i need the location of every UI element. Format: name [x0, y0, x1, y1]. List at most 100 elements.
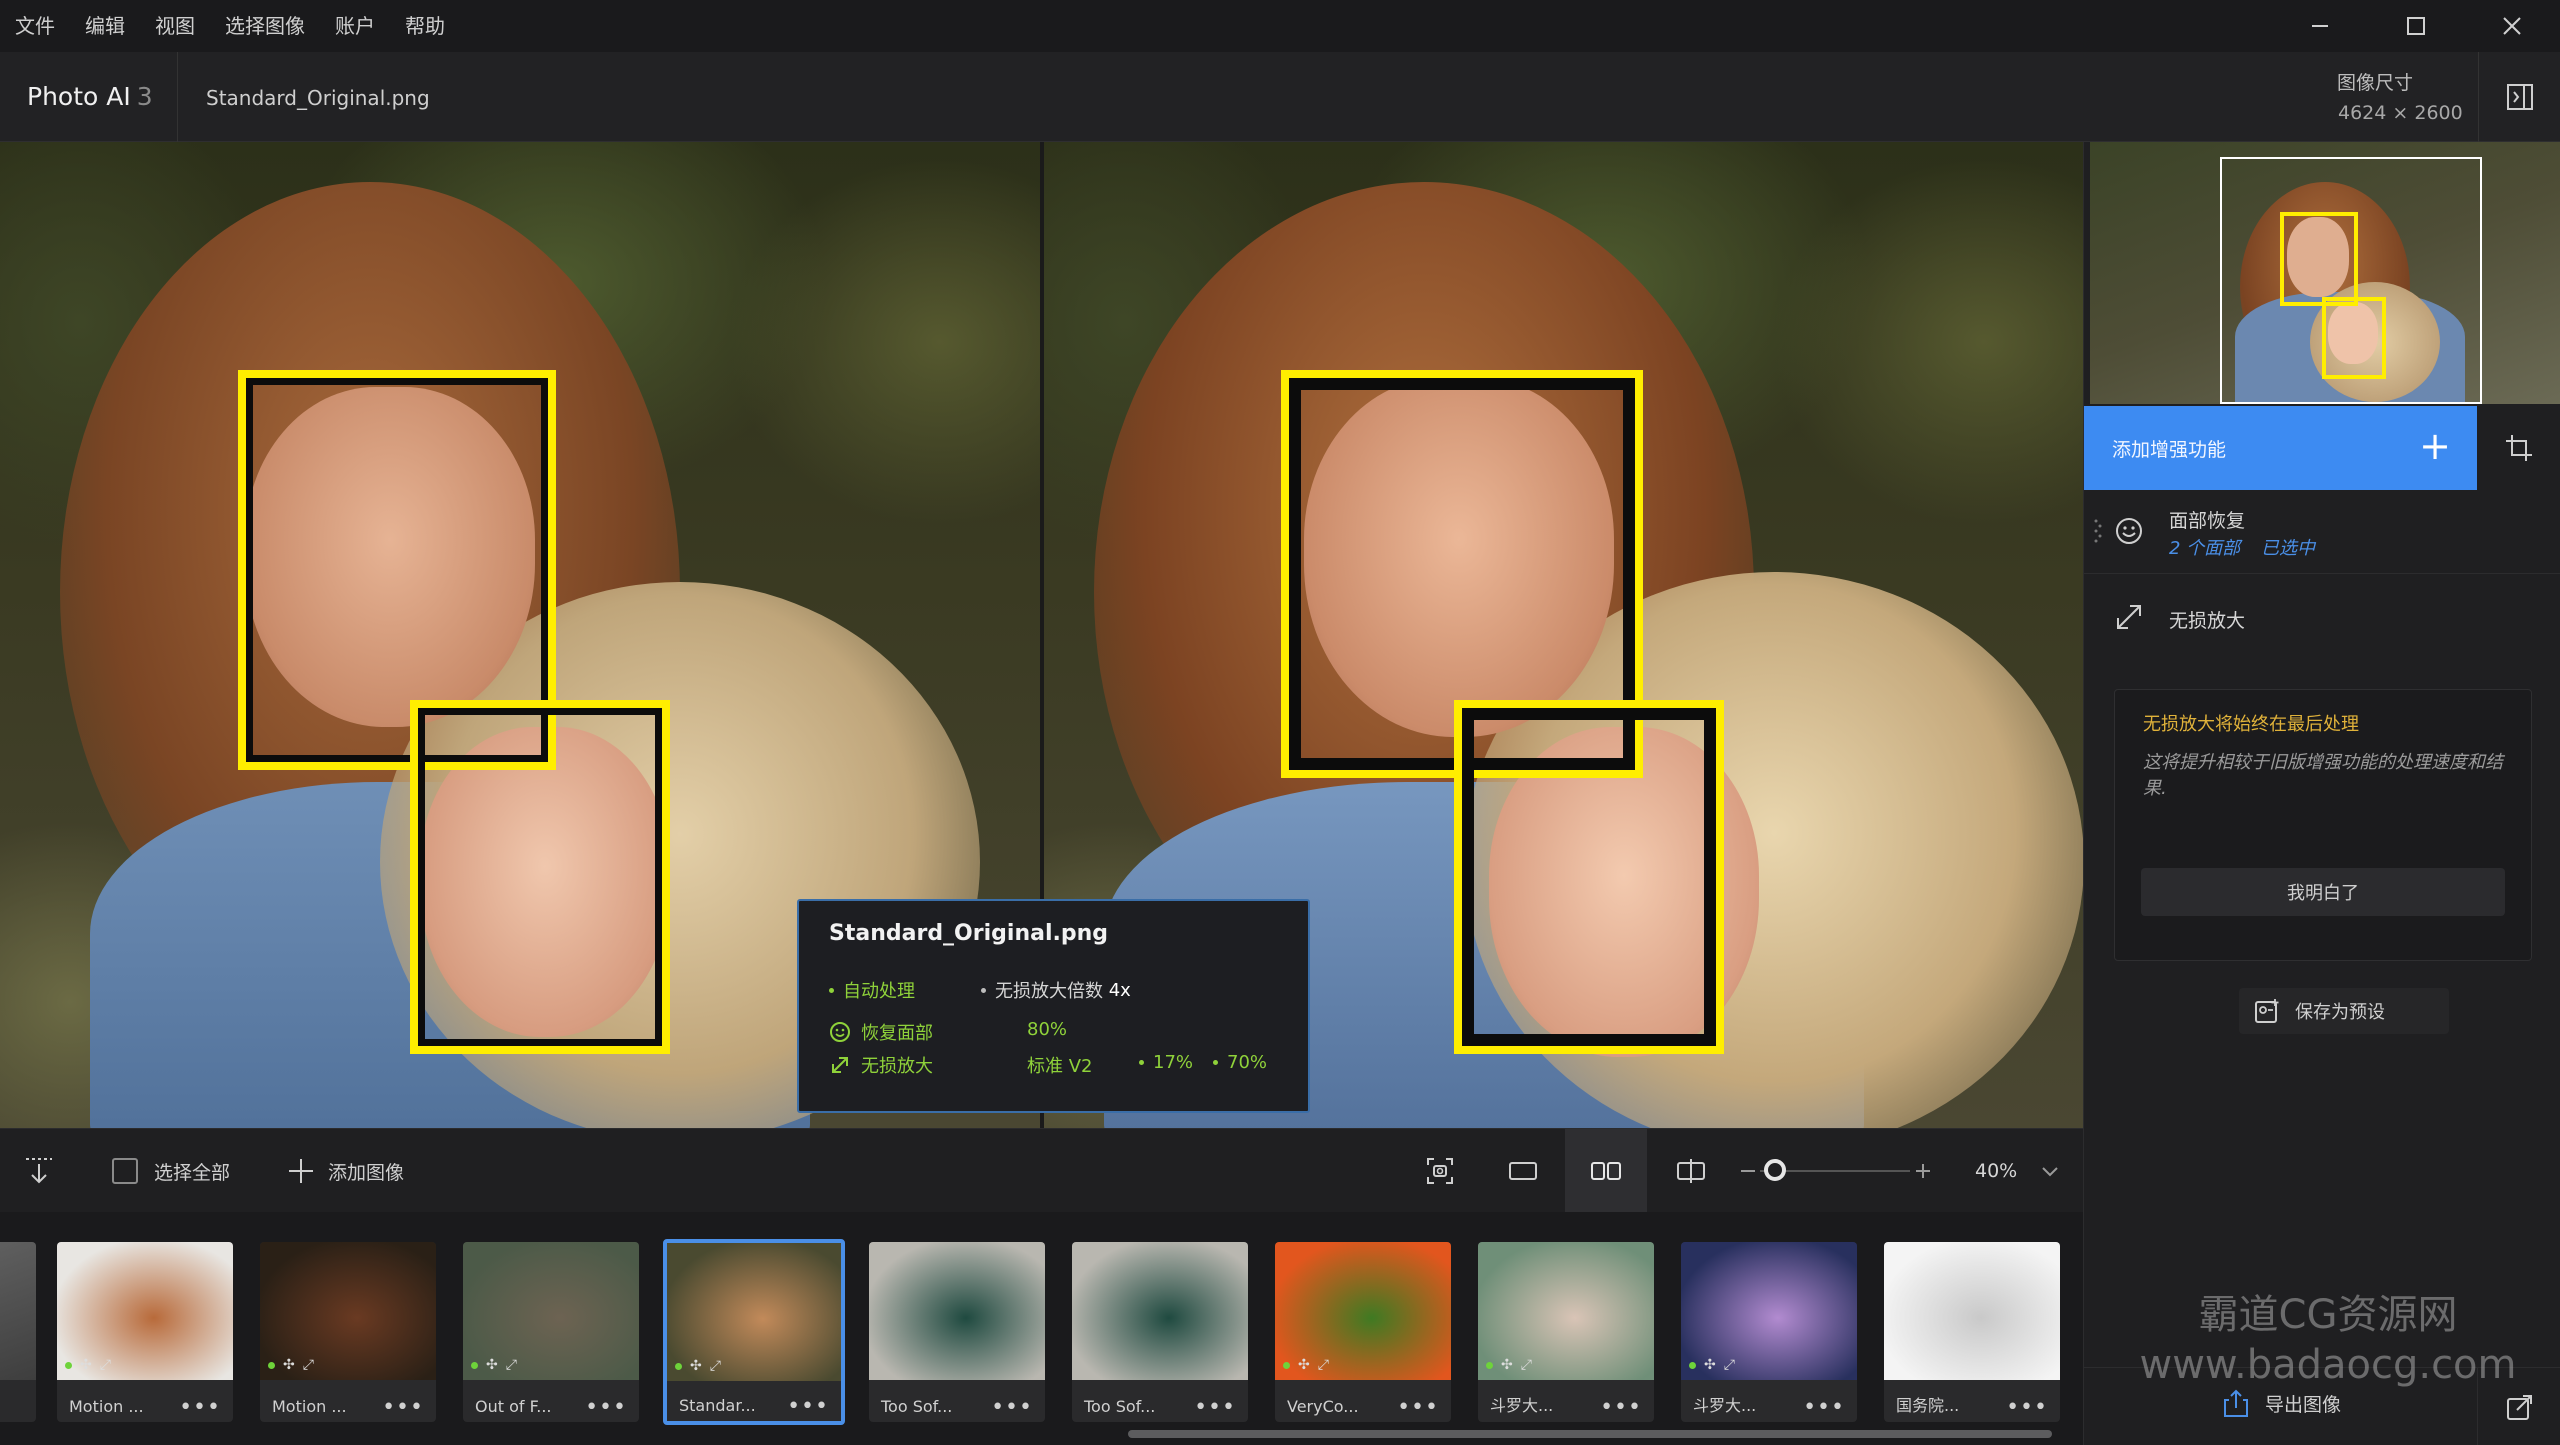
zoom-dropdown-button[interactable] — [2040, 1129, 2060, 1213]
processed-dot-icon — [1283, 1361, 1290, 1369]
thumbnail-more-button[interactable]: ••• — [1600, 1395, 1642, 1420]
thumbnail-item[interactable]: ✣ ⤢ Motion ... ••• — [57, 1242, 233, 1422]
thumbnail-label: Too Sof... — [881, 1397, 953, 1416]
export-button[interactable]: 导出图像 — [2223, 1388, 2341, 1418]
enhance-icon: ✣ — [1704, 1357, 1716, 1373]
upscale-icon: ⤢ — [1317, 1357, 1329, 1373]
zoom-value[interactable]: 40% — [1975, 1129, 2017, 1213]
thumbnail-item[interactable]: ✣ ⤢ Out of F... ••• — [463, 1242, 639, 1422]
face-detection-box-2-enhanced[interactable] — [1454, 700, 1724, 1054]
strip-scrollbar[interactable] — [1128, 1430, 2052, 1438]
app-header: Photo AI 3 Standard_Original.png 图像尺寸 462… — [0, 52, 2560, 142]
upscale-factor-row: 无损放大倍数 4x — [981, 977, 1131, 1003]
face-recovery-enhancement[interactable]: 面部恢复 2 个面部 已选中 — [2084, 490, 2560, 574]
auto-process-label: 自动处理 — [843, 981, 915, 1002]
thumbnail-item[interactable]: ✣ ⤢ Motion ... ••• — [260, 1242, 436, 1422]
upscale-value-2-row: 70% — [1213, 1052, 1267, 1073]
select-all-label: 选择全部 — [154, 1161, 231, 1184]
select-all-toggle[interactable]: 选择全部 — [112, 1129, 230, 1213]
thumbnail-label: VeryCo... — [1287, 1397, 1359, 1416]
app-title: Photo AI 3 — [27, 82, 153, 111]
save-preset-icon — [2255, 999, 2279, 1023]
maximize-button[interactable] — [2368, 0, 2464, 52]
view-focus-button[interactable] — [1399, 1129, 1481, 1213]
thumbnail-more-button[interactable]: ••• — [1194, 1395, 1236, 1420]
thumbnail-more-button[interactable]: ••• — [991, 1395, 1033, 1420]
bottom-toolbar: 选择全部 添加图像 40% — [0, 1128, 2083, 1213]
face-recovery-label: 恢复面部 — [861, 1023, 933, 1044]
select-all-checkbox[interactable] — [112, 1158, 138, 1184]
thumbnail-status-badges: ✣ ⤢ — [268, 1354, 314, 1376]
thumbnail-item[interactable]: ✣ ⤢ VeryCo... ••• — [1275, 1242, 1451, 1422]
expand-icon — [832, 1057, 848, 1073]
panel-toggle-button[interactable] — [2478, 52, 2560, 142]
thumbnail-item[interactable]: ✣ ⤢ 斗罗大... ••• — [1478, 1242, 1654, 1422]
thumbnail-strip[interactable]: ✣ ⤢ Motion ... ••• ✣ ⤢ Motion ... ••• ✣ ⤢ Out of F… — [0, 1212, 2083, 1445]
processed-dot-icon — [65, 1361, 72, 1369]
processed-dot-icon — [1486, 1361, 1493, 1369]
enhance-icon: ✣ — [486, 1357, 498, 1373]
thumbnail-item[interactable]: 国务院... ••• — [1884, 1242, 2060, 1422]
watermark-line-2: www.badaocg.com — [2139, 1342, 2517, 1388]
crop-button[interactable] — [2477, 406, 2560, 490]
face-detection-box-2[interactable] — [410, 700, 670, 1054]
menu-help[interactable]: 帮助 — [390, 0, 460, 52]
thumbnail-more-button[interactable]: ••• — [179, 1395, 221, 1420]
view-side-by-side-button[interactable] — [1565, 1129, 1647, 1213]
thumbnail-more-button[interactable]: ••• — [382, 1395, 424, 1420]
view-single-button[interactable] — [1482, 1129, 1564, 1213]
menu-bar: 文件 编辑 视图 选择图像 账户 帮助 — [0, 0, 2560, 52]
zoom-slider-knob[interactable] — [1764, 1159, 1786, 1181]
thumbnail-more-button[interactable]: ••• — [585, 1395, 627, 1420]
navigator-thumbnail[interactable] — [2090, 142, 2560, 404]
maximize-icon — [2407, 17, 2425, 35]
image-viewer[interactable]: Standard_Original.png 自动处理 无损放大倍数 4x 恢复面… — [0, 142, 2083, 1128]
enhance-icon: ✣ — [80, 1357, 92, 1373]
view-split-button[interactable] — [1650, 1129, 1732, 1213]
drag-handle-icon[interactable] — [2094, 518, 2102, 544]
close-button[interactable] — [2464, 0, 2560, 52]
thumbnail-more-button[interactable]: ••• — [1803, 1395, 1845, 1420]
face-recovery-title: 面部恢复 — [2169, 510, 2246, 532]
import-button[interactable] — [22, 1129, 56, 1213]
menu-account[interactable]: 账户 — [320, 0, 390, 52]
chevron-down-icon — [2042, 1167, 2058, 1177]
upscale-factor-label: 无损放大倍数 — [995, 981, 1103, 1002]
thumbnail-label: Standar... — [679, 1396, 756, 1415]
got-it-button[interactable]: 我明白了 — [2141, 868, 2505, 916]
minimize-button[interactable] — [2272, 0, 2368, 52]
thumbnail-item[interactable]: ✣ ⤢ 斗罗大... ••• — [1681, 1242, 1857, 1422]
add-image-label: 添加图像 — [328, 1161, 405, 1184]
add-image-button[interactable]: 添加图像 — [286, 1129, 404, 1213]
minus-icon — [1741, 1170, 1755, 1172]
thumbnail-label: 斗罗大... — [1490, 1396, 1554, 1415]
save-preset-button[interactable]: 保存为预设 — [2239, 988, 2449, 1034]
thumbnail-partial[interactable] — [0, 1242, 36, 1422]
thumbnail-item[interactable]: Too Sof... ••• — [869, 1242, 1045, 1422]
thumbnail-item[interactable]: ✣ ⤢ Standar... ••• — [663, 1239, 845, 1425]
zoom-in-button[interactable] — [1913, 1129, 1933, 1213]
thumbnail-more-button[interactable]: ••• — [787, 1394, 829, 1419]
menu-edit[interactable]: 编辑 — [70, 0, 140, 52]
single-view-icon — [1509, 1162, 1537, 1180]
menu-view[interactable]: 视图 — [140, 0, 210, 52]
export-label: 导出图像 — [2265, 1393, 2342, 1416]
add-enhancement-button[interactable]: 添加增强功能 + — [2084, 406, 2477, 490]
share-icon — [2224, 1389, 2248, 1417]
app-version: 3 — [136, 82, 153, 111]
upscale-icon: ⤢ — [1520, 1357, 1532, 1373]
upscale-enhancement[interactable]: 无损放大 — [2084, 574, 2560, 660]
thumbnail-more-button[interactable]: ••• — [1397, 1395, 1439, 1420]
thumbnail-label: Too Sof... — [1084, 1397, 1156, 1416]
menu-select-image[interactable]: 选择图像 — [210, 0, 320, 52]
image-size-label: 图像尺寸 — [2337, 72, 2414, 94]
menu-file[interactable]: 文件 — [0, 0, 70, 52]
thumbnail-status-badges: ✣ ⤢ — [1283, 1354, 1329, 1376]
upscale-model: 标准 V2 — [1027, 1056, 1093, 1077]
thumbnail-item[interactable]: Too Sof... ••• — [1072, 1242, 1248, 1422]
thumbnail-more-button[interactable]: ••• — [2006, 1395, 2048, 1420]
zoom-out-button[interactable] — [1738, 1129, 1758, 1213]
add-plus-icon: + — [2419, 424, 2451, 468]
watermark-line-1: 霸道CG资源网 — [2198, 1292, 2458, 1338]
expand-arrows-icon — [2117, 605, 2141, 629]
